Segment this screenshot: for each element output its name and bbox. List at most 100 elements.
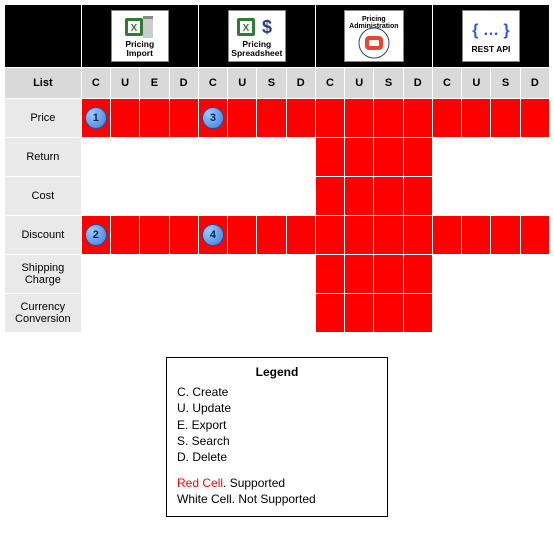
braces-icon: { … }: [472, 19, 509, 45]
support-cell: [169, 138, 198, 177]
support-cell: [169, 177, 198, 216]
op-col: U: [462, 68, 491, 99]
excel-doc-icon: X: [125, 14, 155, 40]
support-cell: [374, 138, 403, 177]
support-cell: [315, 138, 344, 177]
table-row: Discount2 4: [5, 216, 550, 255]
group-pricing-spreadsheet: X$ Pricing Spreadsheet: [198, 5, 315, 68]
support-cell: [491, 177, 520, 216]
support-cell: [228, 294, 257, 333]
support-cell: [432, 177, 461, 216]
support-cell: [198, 138, 227, 177]
op-col: S: [257, 68, 286, 99]
row-header: Currency Conversion: [5, 294, 82, 333]
svg-text:X: X: [130, 23, 137, 34]
support-cell: [403, 177, 432, 216]
support-cell: [169, 216, 198, 255]
support-cell: [169, 255, 198, 294]
support-cell: [403, 294, 432, 333]
group-pricing-import: X Pricing Import: [81, 5, 198, 68]
support-cell: [462, 177, 491, 216]
support-cell: [257, 99, 286, 138]
support-cell: [110, 177, 139, 216]
support-cell: [110, 255, 139, 294]
table-row: Return: [5, 138, 550, 177]
support-cell: [462, 216, 491, 255]
op-col: U: [110, 68, 139, 99]
support-cell: [432, 255, 461, 294]
support-cell: [403, 255, 432, 294]
callout-badge: 4: [202, 224, 224, 246]
excel-dollar-icon: X$: [237, 14, 277, 40]
support-cell: [374, 255, 403, 294]
support-cell: [110, 294, 139, 333]
support-cell: [462, 99, 491, 138]
support-cell: [140, 294, 169, 333]
group-pricing-administration: Pricing Administration: [315, 5, 432, 68]
callout-badge: 1: [85, 107, 107, 129]
support-cell: [345, 177, 374, 216]
group-rest-api: { … } REST API: [432, 5, 549, 68]
support-cell: [228, 177, 257, 216]
support-cell: [432, 99, 461, 138]
support-cell: [462, 138, 491, 177]
legend-title: Legend: [177, 364, 377, 380]
support-cell: [81, 177, 110, 216]
support-cell: [374, 99, 403, 138]
support-cell: [257, 216, 286, 255]
group-label: Pricing Import: [113, 40, 167, 58]
support-cell: [403, 138, 432, 177]
support-cell: [432, 216, 461, 255]
support-cell: [315, 99, 344, 138]
support-cell: [228, 138, 257, 177]
op-col: U: [228, 68, 257, 99]
support-cell: [81, 294, 110, 333]
support-cell: [491, 138, 520, 177]
legend-code: C. Create: [177, 384, 377, 400]
support-cell: [198, 294, 227, 333]
row-header: Cost: [5, 177, 82, 216]
support-cell: [520, 177, 549, 216]
op-col: C: [315, 68, 344, 99]
support-cell: [286, 138, 315, 177]
support-cell: [257, 255, 286, 294]
support-cell: 3: [198, 99, 227, 138]
op-col: E: [140, 68, 169, 99]
support-cell: [198, 255, 227, 294]
support-cell: [110, 216, 139, 255]
support-cell: [228, 255, 257, 294]
op-col: D: [520, 68, 549, 99]
op-col: C: [198, 68, 227, 99]
support-cell: 4: [198, 216, 227, 255]
op-col: C: [81, 68, 110, 99]
legend-code: D. Delete: [177, 449, 377, 465]
support-cell: [520, 216, 549, 255]
support-cell: [140, 255, 169, 294]
list-header: List: [5, 68, 82, 99]
support-cell: [345, 138, 374, 177]
legend-code: E. Export: [177, 417, 377, 433]
operation-header-row: List C U E D C U S D C U S D C U S D: [5, 68, 550, 99]
support-cell: [345, 294, 374, 333]
legend: Legend C. Create U. Update E. Export S. …: [166, 357, 388, 517]
support-cell: [257, 294, 286, 333]
support-cell: [315, 294, 344, 333]
op-col: D: [169, 68, 198, 99]
support-cell: 1: [81, 99, 110, 138]
row-header: Discount: [5, 216, 82, 255]
support-cell: [491, 216, 520, 255]
support-cell: [140, 216, 169, 255]
row-header: Shipping Charge: [5, 255, 82, 294]
support-cell: [81, 138, 110, 177]
support-cell: [315, 216, 344, 255]
support-cell: [110, 99, 139, 138]
legend-code: U. Update: [177, 400, 377, 416]
op-col: S: [491, 68, 520, 99]
callout-badge: 2: [85, 224, 107, 246]
svg-text:X: X: [242, 23, 249, 34]
support-cell: [520, 99, 549, 138]
support-cell: [520, 255, 549, 294]
support-cell: [140, 177, 169, 216]
support-matrix: X Pricing Import X$ Pricing Spreadsheet …: [4, 4, 550, 333]
support-cell: [315, 177, 344, 216]
